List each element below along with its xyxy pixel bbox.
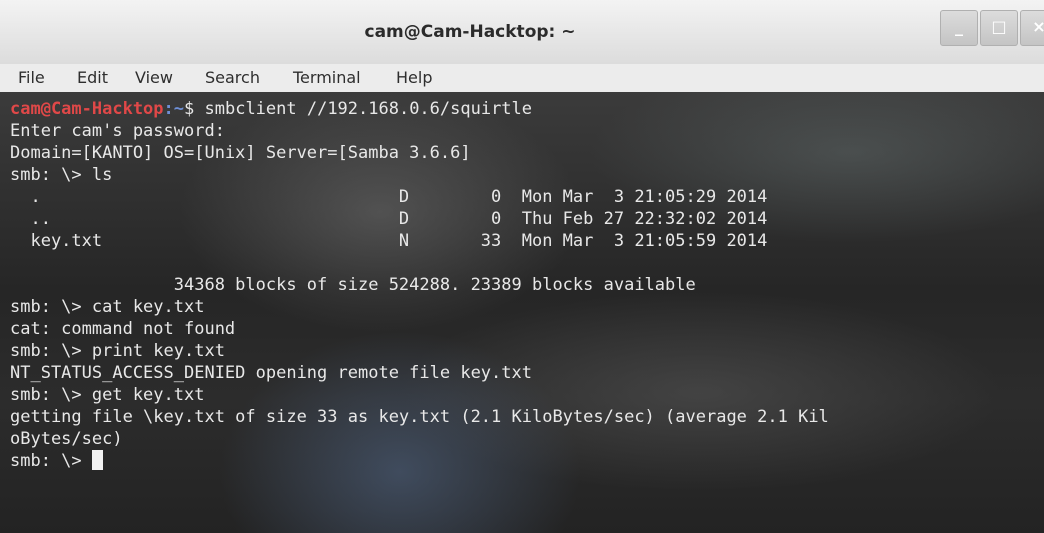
menu-bar: File Edit View Search Terminal Help: [0, 64, 1044, 93]
menu-view[interactable]: View: [135, 64, 173, 92]
output-line: NT_STATUS_ACCESS_DENIED opening remote f…: [10, 363, 532, 383]
output-line: smb: \> ls: [10, 165, 113, 185]
menu-terminal[interactable]: Terminal: [293, 64, 361, 92]
output-line: 34368 blocks of size 524288. 23389 block…: [10, 275, 696, 295]
output-line: getting file \key.txt of size 33 as key.…: [10, 407, 829, 427]
prompt-line: cam@Cam-Hacktop:~$ smbclient //192.168.0…: [10, 98, 532, 120]
output-line: Domain=[KANTO] OS=[Unix] Server=[Samba 3…: [10, 143, 471, 163]
output-line: .. D 0 Thu Feb 27 22:32:02 2014: [10, 209, 768, 229]
output-line: key.txt N 33 Mon Mar 3 21:05:59 2014: [10, 231, 768, 251]
menu-file[interactable]: File: [18, 64, 45, 92]
menu-search[interactable]: Search: [205, 64, 260, 92]
menu-edit[interactable]: Edit: [77, 64, 108, 92]
first-command: smbclient //192.168.0.6/squirtle: [204, 99, 533, 119]
window-title: cam@Cam-Hacktop: ~: [364, 22, 576, 42]
text-cursor: [91, 450, 103, 470]
output-line: smb: \> get key.txt: [10, 385, 205, 405]
output-line: smb: \> cat key.txt: [10, 297, 205, 317]
maximize-button[interactable]: □: [980, 10, 1018, 46]
terminal-output[interactable]: cam@Cam-Hacktop:~$ smbclient //192.168.0…: [0, 92, 1044, 533]
title-bar[interactable]: cam@Cam-Hacktop: ~ _ □ ×: [0, 0, 1044, 65]
output-line: oBytes/sec): [10, 429, 123, 449]
minimize-button[interactable]: _: [940, 10, 978, 46]
last-prompt-line[interactable]: smb: \>: [10, 450, 103, 472]
output-line: . D 0 Mon Mar 3 21:05:29 2014: [10, 187, 768, 207]
menu-help[interactable]: Help: [396, 64, 432, 92]
last-prompt: smb: \>: [10, 451, 92, 471]
prompt-user: cam@Cam-Hacktop: [10, 99, 164, 119]
prompt-path: :~: [163, 99, 185, 119]
output-line: smb: \> print key.txt: [10, 341, 225, 361]
close-button[interactable]: ×: [1020, 10, 1044, 46]
terminal-window: cam@Cam-Hacktop: ~ _ □ × File Edit View …: [0, 0, 1044, 533]
output-line: Enter cam's password:: [10, 121, 225, 141]
prompt-symbol: $: [184, 99, 205, 119]
output-line: cat: command not found: [10, 319, 236, 339]
